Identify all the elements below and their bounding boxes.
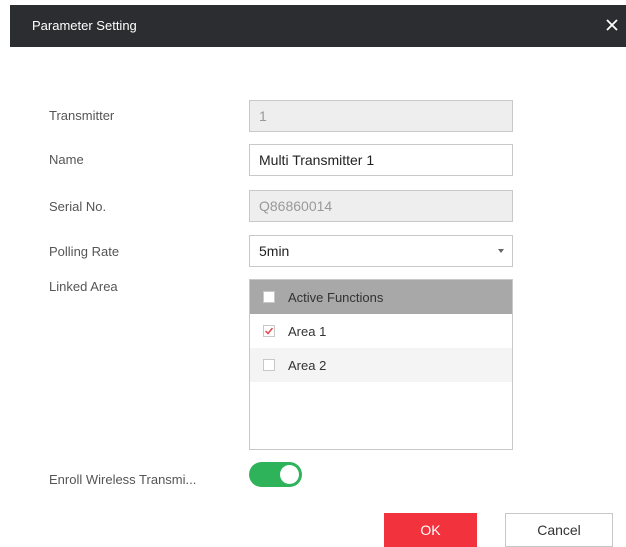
active-functions-checkbox[interactable] — [263, 291, 275, 303]
name-label: Name — [49, 152, 84, 167]
list-item[interactable]: Area 1 — [250, 314, 512, 348]
toggle-knob — [280, 465, 299, 484]
close-icon[interactable] — [602, 15, 622, 35]
transmitter-field: 1 — [249, 100, 513, 132]
name-field[interactable]: Multi Transmitter 1 — [249, 144, 513, 176]
parameter-setting-dialog: Parameter Setting Transmitter 1 Name Mul… — [0, 0, 626, 547]
list-item[interactable]: Area 2 — [250, 348, 512, 382]
linked-area-list: Active Functions Area 1 Area 2 — [249, 279, 513, 450]
ok-button[interactable]: OK — [384, 513, 477, 547]
enroll-wireless-toggle[interactable] — [249, 462, 302, 487]
area-2-checkbox[interactable] — [263, 359, 275, 371]
polling-rate-value: 5min — [259, 243, 290, 259]
serial-no-label: Serial No. — [49, 199, 107, 214]
dialog-titlebar: Parameter Setting — [10, 5, 626, 47]
checkmark-icon — [264, 327, 274, 335]
active-functions-label: Active Functions — [288, 290, 384, 305]
enroll-wireless-label: Enroll Wireless Transmi... — [49, 472, 197, 487]
polling-rate-label: Polling Rate — [49, 244, 120, 259]
chevron-down-icon — [498, 249, 504, 253]
area-1-label: Area 1 — [288, 324, 327, 339]
transmitter-label: Transmitter — [49, 108, 115, 123]
cancel-button[interactable]: Cancel — [505, 513, 613, 547]
dialog-title: Parameter Setting — [32, 18, 137, 33]
linked-area-label: Linked Area — [49, 279, 118, 294]
area-2-label: Area 2 — [288, 358, 327, 373]
serial-no-field: Q86860014 — [249, 190, 513, 222]
polling-rate-select[interactable]: 5min — [249, 235, 513, 267]
area-1-checkbox[interactable] — [263, 325, 275, 337]
active-functions-header[interactable]: Active Functions — [250, 280, 512, 314]
